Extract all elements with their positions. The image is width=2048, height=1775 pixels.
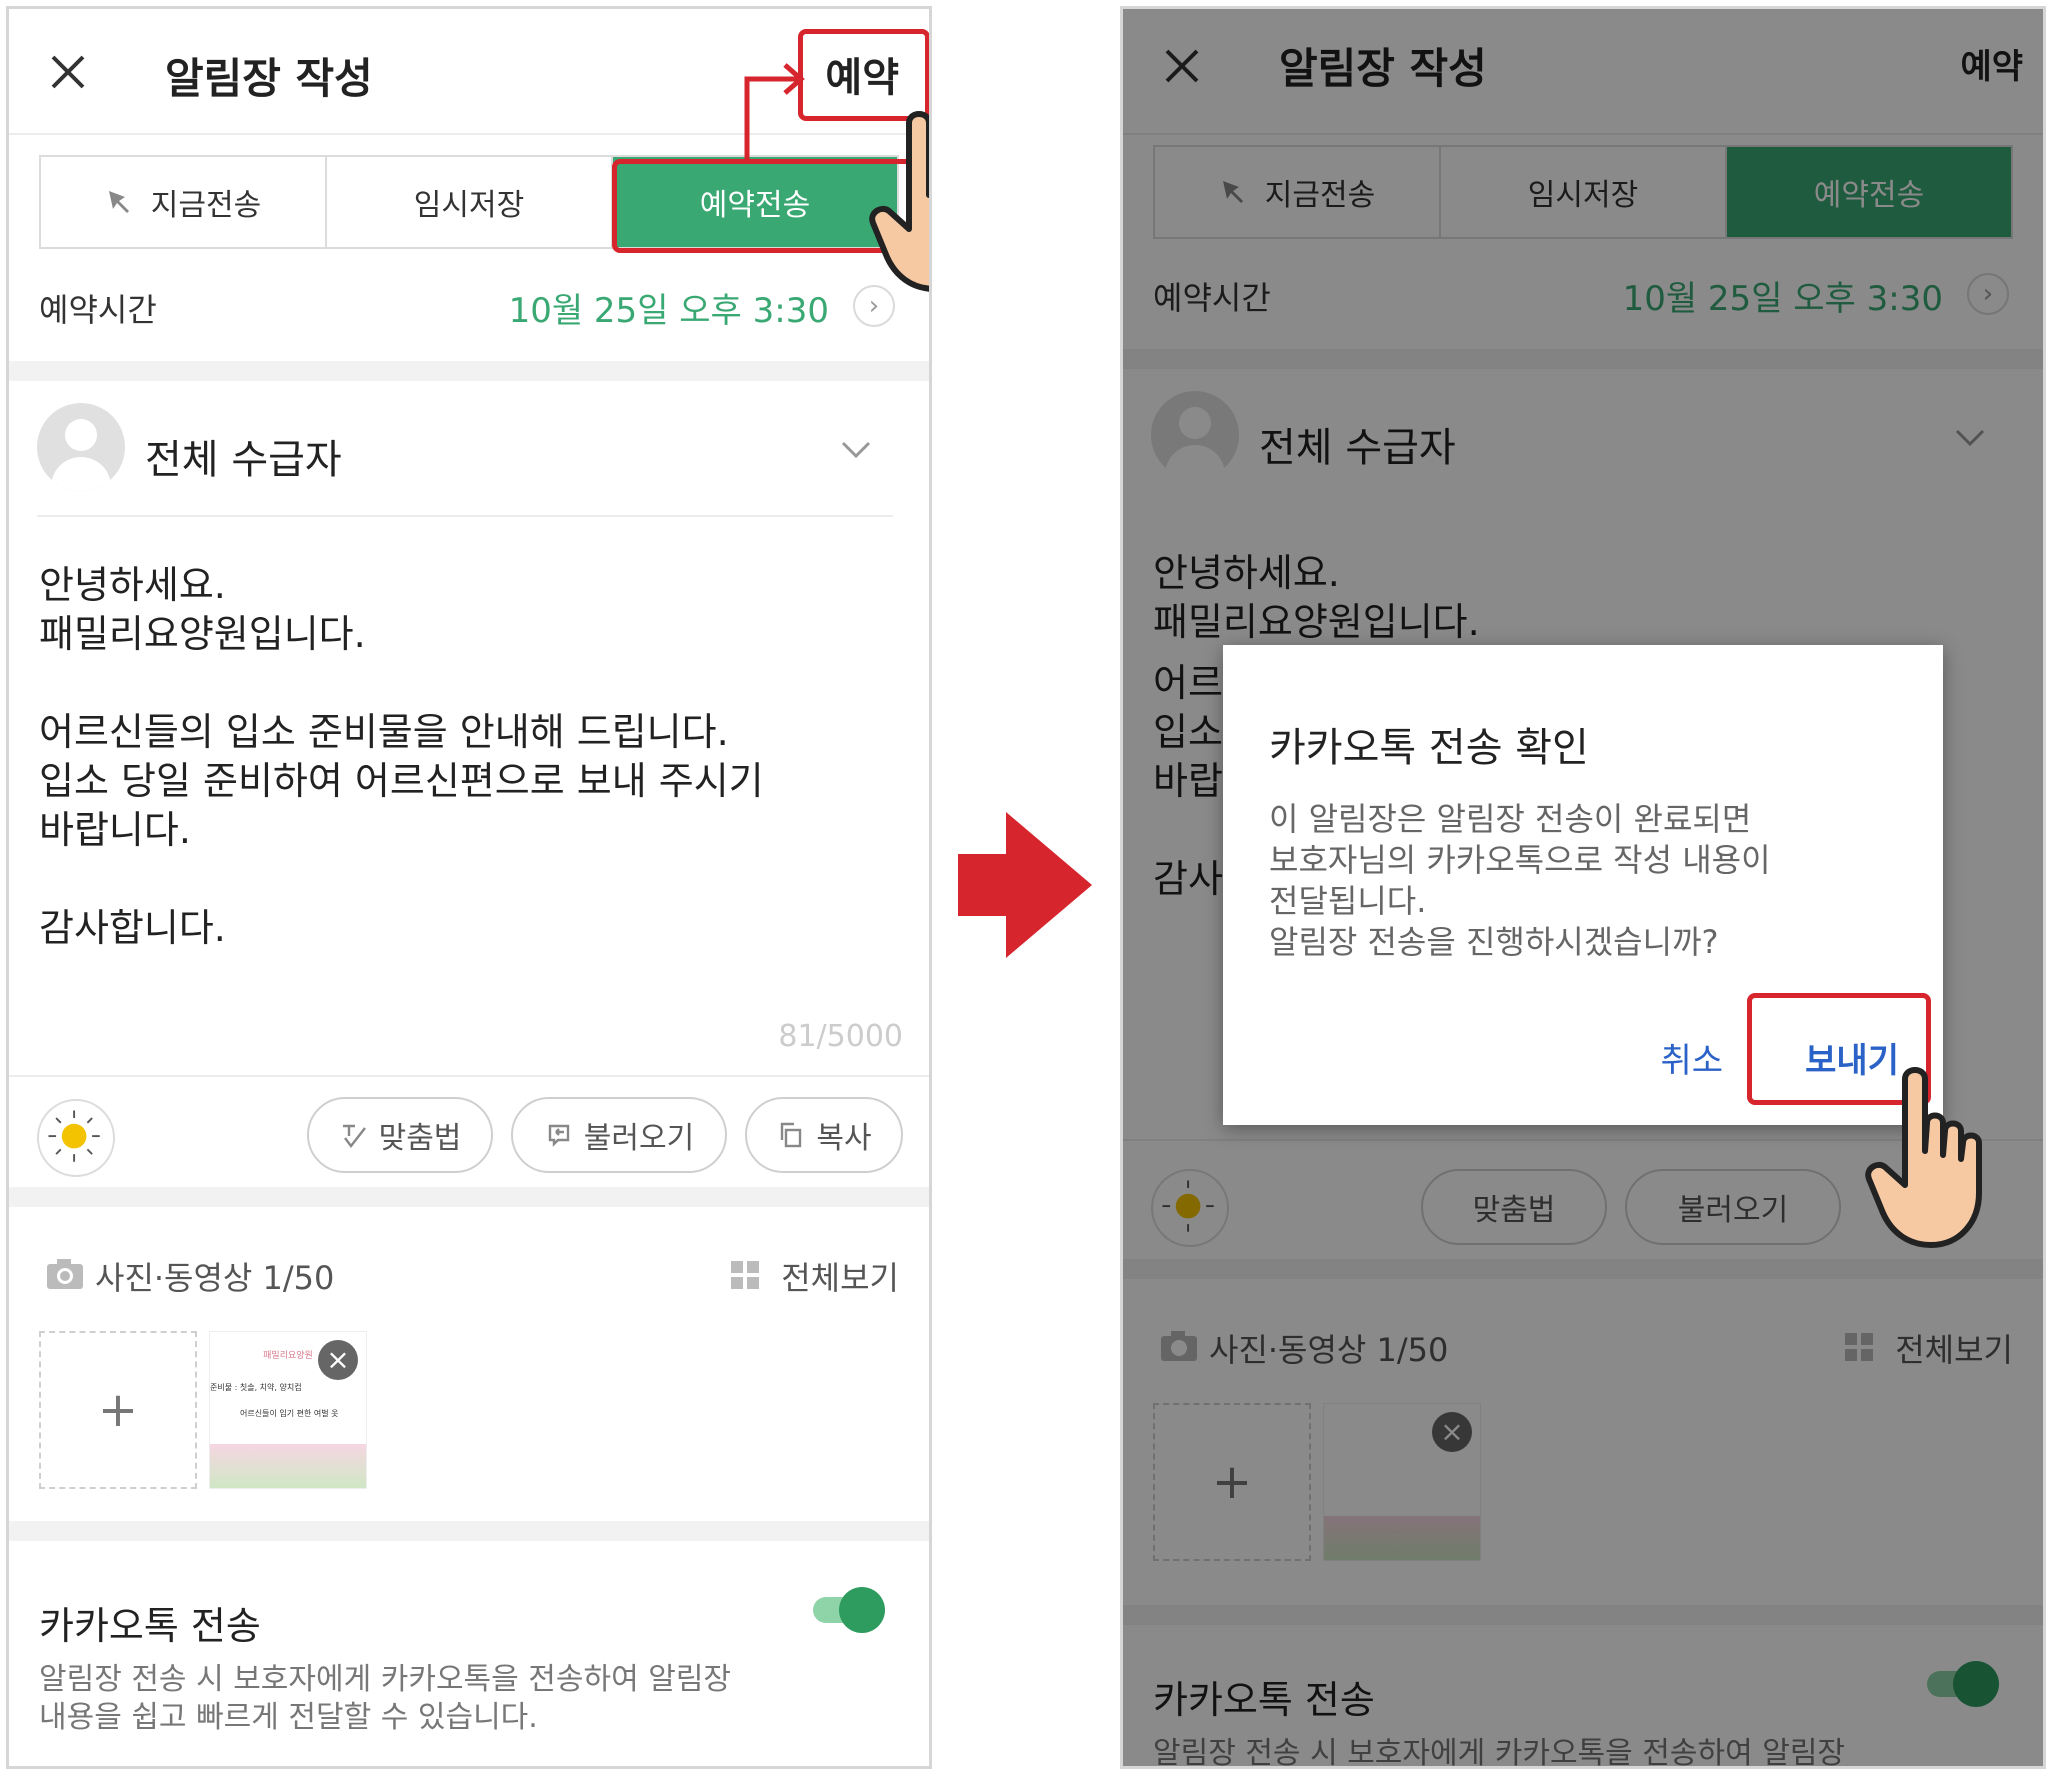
kakao-send-toggle[interactable] xyxy=(813,1587,885,1633)
description-line: 알림장 전송 시 보호자에게 카카오톡을 전송하여 알림장 xyxy=(39,1662,732,1697)
page-title: 알림장 작성 xyxy=(165,54,373,103)
tab-label: 임시저장 xyxy=(413,188,525,223)
section-divider xyxy=(9,1521,929,1541)
grid-icon[interactable] xyxy=(731,1261,759,1289)
copy-button[interactable]: 복사 xyxy=(745,1097,903,1173)
load-button[interactable]: 불러오기 xyxy=(511,1097,727,1173)
message-line xyxy=(39,659,899,708)
tab-send-now[interactable]: 지금전송 xyxy=(41,157,327,247)
confirm-dialog: 카카오톡 전송 확인 이 알림장은 알림장 전송이 완료되면 보호자님의 카카오… xyxy=(1223,645,1943,1125)
message-line: 감사합니다. xyxy=(39,906,226,950)
schedule-time[interactable]: 10월 25일 오후 3:30 xyxy=(509,283,829,332)
kakao-send-title: 카카오톡 전송 xyxy=(39,1604,261,1648)
load-icon xyxy=(548,1124,569,1147)
thumbnail-illustration xyxy=(210,1444,366,1488)
weather-button[interactable] xyxy=(37,1099,115,1177)
divider xyxy=(37,515,893,517)
button-label: 맞춤법 xyxy=(378,1121,462,1156)
camera-icon xyxy=(47,1259,83,1289)
screen-before: 알림장 작성 예약 지금전송 임시저장 예약전송 예약시간 10월 25일 오후… xyxy=(6,6,932,1769)
section-divider xyxy=(9,361,929,381)
dialog-message: 이 알림장은 알림장 전송이 완료되면 보호자님의 카카오톡으로 작성 내용이 … xyxy=(1269,799,1909,963)
remove-icon[interactable]: × xyxy=(318,1340,358,1380)
schedule-label: 예약시간 xyxy=(39,291,157,329)
spellcheck-icon xyxy=(342,1124,366,1148)
cancel-button[interactable]: 취소 xyxy=(1660,1033,1723,1082)
dialog-line: 보호자님의 카카오톡으로 작성 내용이 xyxy=(1269,841,1771,879)
close-icon[interactable] xyxy=(49,53,87,91)
message-line xyxy=(39,855,899,904)
view-all-link[interactable]: 전체보기 xyxy=(781,1253,899,1299)
message-line: 안녕하세요. xyxy=(39,563,226,607)
connector-arrow-icon xyxy=(744,63,805,159)
pointing-hand-icon xyxy=(1865,1067,1982,1248)
pointing-hand-icon xyxy=(869,111,929,292)
tab-save-draft[interactable]: 임시저장 xyxy=(327,157,613,247)
description-line: 내용을 쉽고 빠르게 전달할 수 있습니다. xyxy=(39,1700,538,1735)
avatar xyxy=(37,403,125,491)
spellcheck-button[interactable]: 맞춤법 xyxy=(307,1097,493,1173)
button-label: 복사 xyxy=(816,1121,872,1156)
dialog-title: 카카오톡 전송 확인 xyxy=(1269,725,1589,771)
section-divider xyxy=(9,1187,929,1207)
tab-label: 지금전송 xyxy=(150,188,262,223)
copy-icon xyxy=(781,1122,802,1148)
message-body[interactable]: 안녕하세요. 패밀리요양원입니다. 어르신들의 입소 준비물을 안내해 드립니다… xyxy=(39,561,899,953)
media-count-label: 사진·동영상 1/50 xyxy=(95,1259,335,1297)
media-thumbnail[interactable]: 패밀리요양원 준비물 : 칫솔, 치약, 양치컵 어르신들이 입기 편한 여벌 … xyxy=(209,1331,367,1489)
thumbnail-text: 어르신들이 입기 편한 여벌 옷 xyxy=(240,1409,339,1418)
dialog-line: 알림장 전송을 진행하시겠습니까? xyxy=(1269,923,1719,961)
thumbnail-text: 준비물 : 칫솔, 치약, 양치컵 xyxy=(210,1383,302,1392)
dialog-line: 이 알림장은 알림장 전송이 완료되면 xyxy=(1269,800,1752,838)
button-label: 불러오기 xyxy=(583,1121,695,1156)
add-media-button[interactable]: + xyxy=(39,1331,197,1489)
screen-after: 알림장 작성 예약 지금전송 임시저장 예약전송 예약시간 10월 25일 오후… xyxy=(1120,6,2046,1769)
message-line: 패밀리요양원입니다. xyxy=(39,612,366,656)
kakao-send-description: 알림장 전송 시 보호자에게 카카오톡을 전송하여 알림장 내용을 쉽고 빠르게… xyxy=(39,1661,899,1737)
next-step-arrow-icon xyxy=(958,812,1092,958)
divider xyxy=(9,1075,929,1077)
chevron-down-icon[interactable] xyxy=(839,437,873,463)
pin-icon xyxy=(108,191,129,213)
char-count: 81/5000 xyxy=(778,1019,903,1054)
message-line: 입소 당일 준비하여 어르신편으로 보내 주시기 xyxy=(39,759,764,803)
dialog-line: 전달됩니다. xyxy=(1269,882,1427,920)
message-line: 바랍니다. xyxy=(39,808,191,852)
message-line: 어르신들의 입소 준비물을 안내해 드립니다. xyxy=(39,710,729,754)
recipient-selector[interactable]: 전체 수급자 xyxy=(145,427,342,485)
sun-icon xyxy=(48,1110,100,1162)
